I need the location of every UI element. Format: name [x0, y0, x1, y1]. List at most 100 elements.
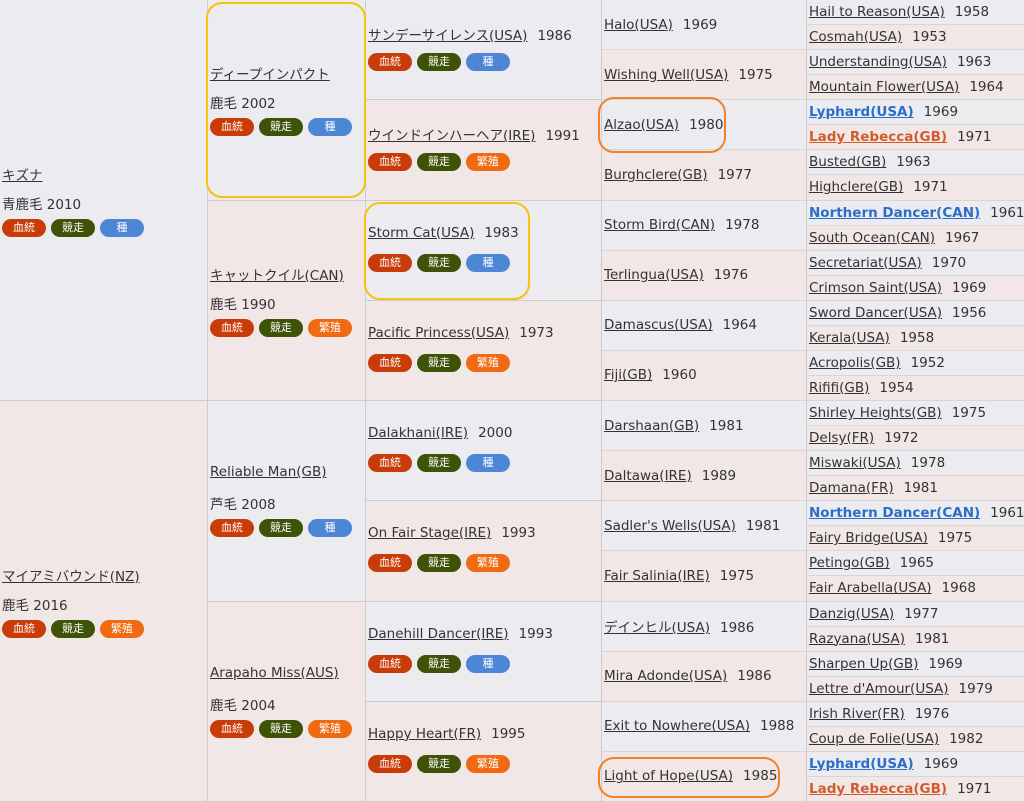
- badge-race[interactable]: 競走: [417, 554, 461, 572]
- badge-race[interactable]: 競走: [417, 53, 461, 71]
- horse-name-link[interactable]: Hail to Reason(USA): [809, 4, 945, 20]
- horse-name-link[interactable]: Storm Cat(USA): [368, 225, 474, 241]
- badge-race[interactable]: 競走: [259, 118, 303, 136]
- badge-blood[interactable]: 血統: [210, 319, 254, 337]
- horse-name-link[interactable]: Lyphard(USA): [809, 104, 914, 120]
- badge-breed[interactable]: 繁殖: [308, 319, 352, 337]
- horse-name-link[interactable]: Shirley Heights(GB): [809, 405, 942, 421]
- badge-blood[interactable]: 血統: [210, 720, 254, 738]
- horse-name-link[interactable]: South Ocean(CAN): [809, 230, 935, 246]
- badge-blood[interactable]: 血統: [2, 219, 46, 237]
- badge-race[interactable]: 競走: [417, 755, 461, 773]
- badge-sire[interactable]: 種: [466, 655, 510, 673]
- horse-name-link[interactable]: ディープインパクト: [210, 67, 330, 83]
- horse-name-link[interactable]: Secretariat(USA): [809, 255, 922, 271]
- horse-name-link[interactable]: デインヒル(USA): [604, 620, 710, 636]
- horse-name-link[interactable]: Darshaan(GB): [604, 418, 699, 434]
- horse-name-link[interactable]: On Fair Stage(IRE): [368, 525, 491, 541]
- horse-name-link[interactable]: Fair Arabella(USA): [809, 580, 932, 596]
- badge-breed[interactable]: 繁殖: [466, 153, 510, 171]
- horse-name-link[interactable]: キャットクイル(CAN): [210, 268, 344, 284]
- horse-name-link[interactable]: Pacific Princess(USA): [368, 325, 509, 341]
- horse-name-link[interactable]: Danzig(USA): [809, 606, 894, 622]
- badge-race[interactable]: 競走: [51, 219, 95, 237]
- horse-name-link[interactable]: Northern Dancer(CAN): [809, 505, 980, 521]
- horse-name-link[interactable]: Rififi(GB): [809, 380, 869, 396]
- badge-blood[interactable]: 血統: [368, 655, 412, 673]
- horse-name-link[interactable]: Burghclere(GB): [604, 167, 708, 183]
- horse-name-link[interactable]: Fair Salinia(IRE): [604, 568, 710, 584]
- horse-name-link[interactable]: Terlingua(USA): [604, 267, 704, 283]
- badge-breed[interactable]: 繁殖: [466, 755, 510, 773]
- horse-name-link[interactable]: Irish River(FR): [809, 706, 905, 722]
- horse-name-link[interactable]: Exit to Nowhere(USA): [604, 718, 750, 734]
- badge-blood[interactable]: 血統: [368, 254, 412, 272]
- horse-name-link[interactable]: Lettre d'Amour(USA): [809, 681, 949, 697]
- badge-sire[interactable]: 種: [466, 53, 510, 71]
- badge-sire[interactable]: 種: [308, 519, 352, 537]
- horse-name-link[interactable]: Mira Adonde(USA): [604, 668, 727, 684]
- horse-name-link[interactable]: Fairy Bridge(USA): [809, 530, 928, 546]
- horse-name-link[interactable]: Razyana(USA): [809, 631, 905, 647]
- horse-name-link[interactable]: キズナ: [2, 168, 43, 184]
- horse-name-link[interactable]: Damascus(USA): [604, 317, 713, 333]
- horse-name-link[interactable]: Sword Dancer(USA): [809, 305, 942, 321]
- badge-breed[interactable]: 繁殖: [466, 354, 510, 372]
- horse-name-link[interactable]: Mountain Flower(USA): [809, 79, 959, 95]
- badge-blood[interactable]: 血統: [210, 118, 254, 136]
- horse-name-link[interactable]: Lady Rebecca(GB): [809, 129, 947, 145]
- horse-name-link[interactable]: Coup de Folie(USA): [809, 731, 939, 747]
- horse-name-link[interactable]: Danehill Dancer(IRE): [368, 626, 509, 642]
- badge-breed[interactable]: 繁殖: [100, 620, 144, 638]
- badge-blood[interactable]: 血統: [368, 454, 412, 472]
- badge-blood[interactable]: 血統: [368, 554, 412, 572]
- badge-blood[interactable]: 血統: [2, 620, 46, 638]
- horse-name-link[interactable]: サンデーサイレンス(USA): [368, 28, 527, 44]
- badge-race[interactable]: 競走: [259, 720, 303, 738]
- badge-race[interactable]: 競走: [417, 454, 461, 472]
- horse-name-link[interactable]: Cosmah(USA): [809, 29, 902, 45]
- horse-name-link[interactable]: Dalakhani(IRE): [368, 425, 468, 441]
- horse-name-link[interactable]: Understanding(USA): [809, 54, 947, 70]
- badge-blood[interactable]: 血統: [368, 354, 412, 372]
- badge-breed[interactable]: 繁殖: [308, 720, 352, 738]
- badge-sire[interactable]: 種: [100, 219, 144, 237]
- horse-name-link[interactable]: Sadler's Wells(USA): [604, 518, 736, 534]
- badge-sire[interactable]: 種: [466, 454, 510, 472]
- badge-sire[interactable]: 種: [308, 118, 352, 136]
- badge-race[interactable]: 競走: [259, 319, 303, 337]
- horse-name-link[interactable]: Highclere(GB): [809, 179, 903, 195]
- badge-sire[interactable]: 種: [466, 254, 510, 272]
- horse-name-link[interactable]: Alzao(USA): [604, 117, 679, 133]
- horse-name-link[interactable]: Fiji(GB): [604, 367, 652, 383]
- badge-race[interactable]: 競走: [259, 519, 303, 537]
- horse-name-link[interactable]: ウインドインハーヘア(IRE): [368, 128, 535, 144]
- horse-name-link[interactable]: Reliable Man(GB): [210, 464, 327, 480]
- horse-name-link[interactable]: Petingo(GB): [809, 555, 890, 571]
- badge-race[interactable]: 競走: [417, 254, 461, 272]
- badge-race[interactable]: 競走: [51, 620, 95, 638]
- badge-breed[interactable]: 繁殖: [466, 554, 510, 572]
- horse-name-link[interactable]: Halo(USA): [604, 17, 673, 33]
- horse-name-link[interactable]: Busted(GB): [809, 154, 886, 170]
- horse-name-link[interactable]: Lady Rebecca(GB): [809, 781, 947, 797]
- horse-name-link[interactable]: Crimson Saint(USA): [809, 280, 942, 296]
- badge-race[interactable]: 競走: [417, 655, 461, 673]
- horse-name-link[interactable]: Wishing Well(USA): [604, 67, 728, 83]
- horse-name-link[interactable]: Acropolis(GB): [809, 355, 901, 371]
- badge-blood[interactable]: 血統: [368, 755, 412, 773]
- horse-name-link[interactable]: Storm Bird(CAN): [604, 217, 715, 233]
- horse-name-link[interactable]: マイアミバウンド(NZ): [2, 569, 140, 585]
- horse-name-link[interactable]: Miswaki(USA): [809, 455, 901, 471]
- horse-name-link[interactable]: Northern Dancer(CAN): [809, 205, 980, 221]
- horse-name-link[interactable]: Arapaho Miss(AUS): [210, 665, 339, 681]
- badge-blood[interactable]: 血統: [368, 153, 412, 171]
- badge-race[interactable]: 競走: [417, 153, 461, 171]
- horse-name-link[interactable]: Sharpen Up(GB): [809, 656, 918, 672]
- horse-name-link[interactable]: Lyphard(USA): [809, 756, 914, 772]
- horse-name-link[interactable]: Daltawa(IRE): [604, 468, 692, 484]
- horse-name-link[interactable]: Damana(FR): [809, 480, 894, 496]
- horse-name-link[interactable]: Light of Hope(USA): [604, 768, 733, 784]
- badge-race[interactable]: 競走: [417, 354, 461, 372]
- horse-name-link[interactable]: Delsy(FR): [809, 430, 874, 446]
